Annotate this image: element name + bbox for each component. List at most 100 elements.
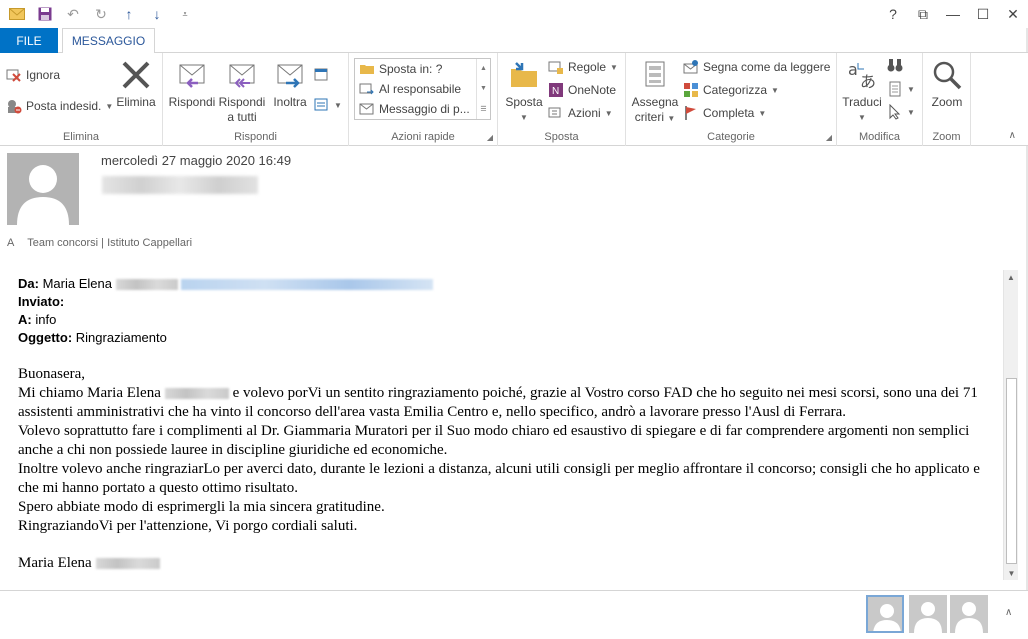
group-modifica: aあ Traduci ▼ ▼ ▼ Modifica xyxy=(837,53,923,146)
azioni-button[interactable]: Azioni ▼ xyxy=(548,105,613,121)
maximize-button[interactable]: ☐ xyxy=(968,0,998,28)
group-label-modifica: Modifica xyxy=(859,131,900,143)
to-label: A xyxy=(7,237,15,249)
quick-steps-scroll[interactable]: ▲ ▼ ☰ xyxy=(476,59,490,119)
reply-icon xyxy=(179,64,205,88)
related-button[interactable]: ▼ xyxy=(887,81,915,97)
translate-icon: aあ xyxy=(848,60,876,91)
zoom-button[interactable]: Zoom xyxy=(927,59,967,110)
group-label-categorie: Categorie xyxy=(707,131,755,143)
select-button[interactable]: ▼ xyxy=(887,104,915,120)
customize-icon[interactable]: ⩡ xyxy=(174,4,196,24)
minimize-button[interactable]: — xyxy=(938,0,968,28)
ribbon: Ignora Posta indesid. ▼ Elimina Elimina … xyxy=(0,53,1028,146)
collapse-ribbon-icon[interactable]: ∧ xyxy=(1009,130,1016,141)
tab-file[interactable]: FILE xyxy=(0,28,58,53)
undo-icon[interactable]: ↶ xyxy=(62,4,84,24)
paragraph-4: Spero abbiate modo di esprimergli la mia… xyxy=(18,499,385,515)
quick-step-responsabile[interactable]: Al responsabile xyxy=(355,79,490,99)
junk-icon xyxy=(8,100,22,114)
completa-button[interactable]: Completa ▼ xyxy=(683,105,766,121)
to-line: A: info xyxy=(18,312,57,327)
person-icon xyxy=(17,165,69,225)
assegna-criteri-button[interactable]: Assegna criteri ▼ xyxy=(630,59,680,126)
magnifier-icon xyxy=(933,61,962,90)
scroll-thumb[interactable] xyxy=(1006,378,1017,564)
find-button[interactable] xyxy=(887,57,903,73)
mail-icon[interactable] xyxy=(6,4,28,24)
recipient-name[interactable]: Team concorsi | Istituto Cappellari xyxy=(27,237,192,249)
message-body: Da: Maria Elena Inviato: A: info Oggetto… xyxy=(0,270,1003,580)
more-reply-button[interactable]: ▼ xyxy=(314,97,342,113)
svg-text:あ: あ xyxy=(860,72,876,91)
rispondi-a-tutti-button[interactable]: Rispondi a tutti xyxy=(217,59,267,125)
meeting-icon xyxy=(314,68,328,81)
paragraph-2: Volevo soprattutto fare i complimenti al… xyxy=(18,423,970,458)
quick-steps-gallery: Sposta in: ? Al responsabile Messaggio d… xyxy=(354,58,491,120)
quick-step-messaggio[interactable]: Messaggio di p... xyxy=(355,99,490,119)
group-sposta: Sposta ▼ Regole ▼ N OneNote Azioni ▼ Spo… xyxy=(498,53,626,146)
rules-icon xyxy=(548,61,563,74)
chevron-down-icon: ▼ xyxy=(520,113,528,122)
posta-indesiderata-button[interactable]: Posta indesid. ▼ xyxy=(6,98,113,114)
categorizza-button[interactable]: Categorizza ▼ xyxy=(683,82,779,98)
inoltra-button[interactable]: Inoltra xyxy=(267,59,313,110)
help-button[interactable]: ? xyxy=(878,0,908,28)
categorize-icon xyxy=(684,83,698,97)
person-avatar-1[interactable] xyxy=(866,595,904,633)
ribbon-display-icon[interactable]: ⧉ xyxy=(908,0,938,28)
person-avatar-3[interactable] xyxy=(950,595,988,633)
rispondi-button[interactable]: Rispondi xyxy=(167,59,217,110)
meeting-reply-button[interactable] xyxy=(314,67,330,83)
redacted-surname xyxy=(95,558,160,570)
recipient-line: A Team concorsi | Istituto Cappellari xyxy=(7,237,192,249)
group-rispondi: Rispondi Rispondi a tutti Inoltra ▼ Risp… xyxy=(163,53,349,146)
chevron-down-icon: ▼ xyxy=(667,114,676,123)
dialog-launcher-icon[interactable]: ◢ xyxy=(487,133,493,142)
redacted-email-link[interactable] xyxy=(181,279,434,291)
save-icon[interactable] xyxy=(34,4,56,24)
sposta-button[interactable]: Sposta ▼ xyxy=(504,59,544,125)
regole-button[interactable]: Regole ▼ xyxy=(548,59,618,75)
traduci-button[interactable]: aあ Traduci ▼ xyxy=(841,59,883,125)
group-elimina: Ignora Posta indesid. ▼ Elimina Elimina xyxy=(0,53,163,146)
segna-da-leggere-button[interactable]: Segna come da leggere xyxy=(683,59,830,75)
up-arrow-icon[interactable]: ↑ xyxy=(118,4,140,24)
svg-text:N: N xyxy=(552,86,559,97)
quick-step-sposta[interactable]: Sposta in: ? xyxy=(355,59,490,79)
ignore-icon xyxy=(6,69,21,82)
quick-access-toolbar: ↶ ↻ ↑ ↓ ⩡ xyxy=(6,4,196,24)
from-line: Da: Maria Elena xyxy=(18,275,988,293)
scroll-down-icon[interactable]: ▼ xyxy=(480,85,487,92)
person-icon xyxy=(914,602,942,633)
tab-messaggio[interactable]: MESSAGGIO xyxy=(62,28,155,54)
down-arrow-icon[interactable]: ↓ xyxy=(146,4,168,24)
person-avatar-2[interactable] xyxy=(909,595,947,633)
elimina-button[interactable]: Elimina xyxy=(113,59,159,110)
team-mail-icon xyxy=(359,103,374,115)
paragraph-1: Mi chiamo Maria Elena e volevo porVi un … xyxy=(18,385,978,420)
redacted-surname xyxy=(164,388,229,400)
group-label-sposta: Sposta xyxy=(544,131,579,143)
dialog-launcher-icon[interactable]: ◢ xyxy=(826,133,832,142)
onenote-button[interactable]: N OneNote xyxy=(548,82,616,98)
window-controls: ? ⧉ — ☐ ✕ xyxy=(878,0,1028,28)
ribbon-tabs: FILE MESSAGGIO xyxy=(0,28,1028,54)
chevron-down-icon: ▼ xyxy=(858,113,866,122)
scroll-up-icon[interactable]: ▲ xyxy=(480,65,487,72)
close-button[interactable]: ✕ xyxy=(998,0,1028,28)
redo-icon[interactable]: ↻ xyxy=(90,4,112,24)
message-date: mercoledì 27 maggio 2020 16:49 xyxy=(101,153,292,168)
people-pane: ∧ xyxy=(0,590,1028,639)
vertical-scrollbar[interactable]: ▲ ▼ xyxy=(1003,270,1018,580)
ignora-button[interactable]: Ignora xyxy=(6,67,60,83)
expand-icon[interactable]: ☰ xyxy=(480,105,486,113)
group-categorie: Assegna criteri ▼ Segna come da leggere … xyxy=(626,53,837,146)
document-icon xyxy=(889,81,901,97)
scroll-up-icon[interactable]: ▲ xyxy=(1004,270,1018,284)
scroll-down-icon[interactable]: ▼ xyxy=(1004,566,1019,580)
chevron-down-icon: ▼ xyxy=(334,100,342,110)
expand-people-pane-icon[interactable]: ∧ xyxy=(1005,607,1012,618)
more-respond-icon xyxy=(314,98,328,111)
chevron-down-icon: ▼ xyxy=(907,107,915,117)
